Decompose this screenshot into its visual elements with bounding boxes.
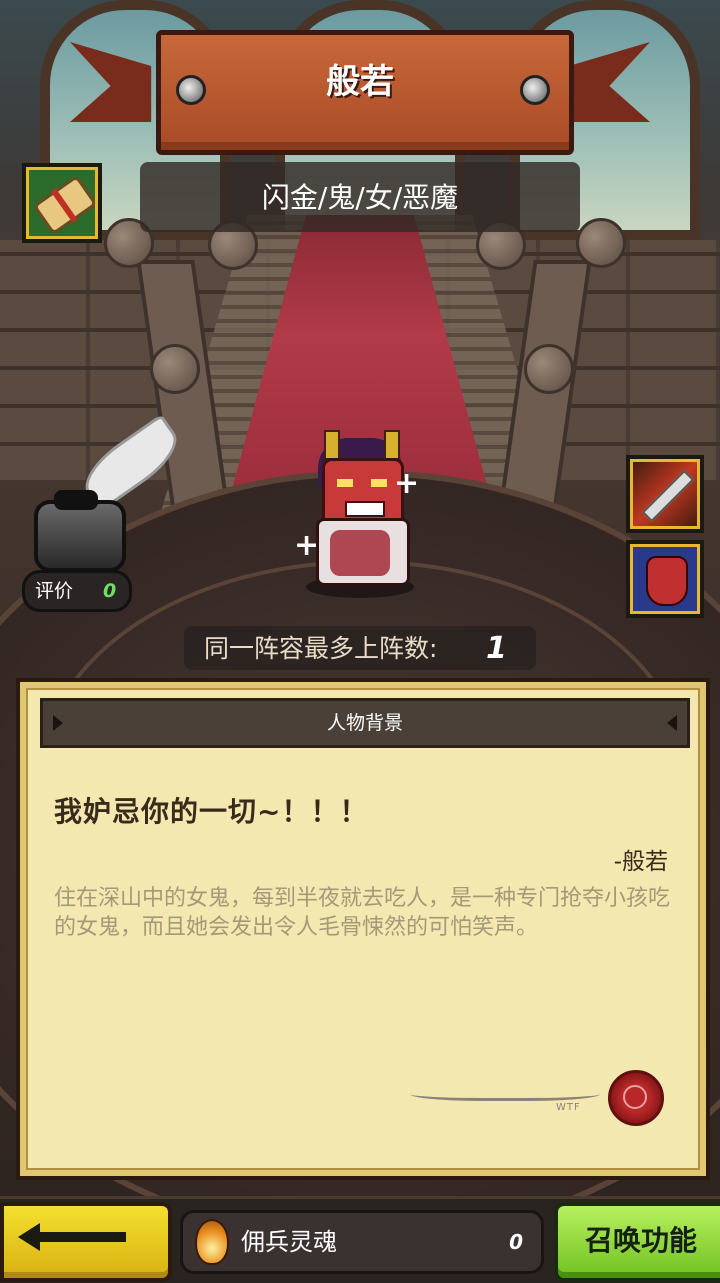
summon-label: 召唤功能 [584, 1224, 697, 1257]
panel-title: 人物背景 [326, 712, 403, 734]
character-tags: 闪金/鬼/女/恶魔 [261, 181, 459, 214]
signature-mark: WTF [556, 1102, 581, 1113]
rating-label: 评价 [35, 580, 74, 602]
sparkle-icon: + [294, 528, 320, 563]
pillar-ball [150, 344, 200, 394]
rate-button[interactable] [28, 413, 188, 580]
character-tags-bar: 闪金/鬼/女/恶魔 [140, 162, 580, 232]
inkwell-cap [54, 490, 98, 510]
wax-seal-icon [608, 1070, 664, 1126]
character-name: 般若 [326, 62, 394, 102]
soul-value: 0 [509, 1230, 523, 1254]
back-arrow-shaft [32, 1232, 126, 1242]
pillar-ball [576, 218, 626, 268]
triangle-left-icon [667, 715, 677, 731]
sprite-blood [330, 530, 390, 576]
signature: WTF [410, 1062, 610, 1122]
soul-flame-icon [195, 1219, 229, 1265]
character-description: 住在深山中的女鬼，每到半夜就去吃人，是一种专门抢夺小孩吃的女鬼，而且她会发出令人… [54, 886, 671, 940]
skill-mask-button[interactable] [626, 540, 704, 618]
summon-button[interactable]: 召唤功能 [554, 1202, 720, 1282]
mouth [345, 501, 385, 517]
scroll-icon [32, 174, 98, 236]
max-deploy-label: 同一阵容最多上阵数: [204, 634, 438, 663]
skill-slash-button[interactable] [626, 455, 704, 533]
character-quote: 我妒忌你的一切~！！！ [54, 795, 369, 828]
soul-label: 佣兵灵魂 [241, 1228, 337, 1256]
panel-header: 人物背景 [40, 698, 690, 748]
pillar-ball [524, 344, 574, 394]
mercenary-soul-counter: 佣兵灵魂 0 [180, 1210, 544, 1274]
oni-mask-skill-icon [646, 556, 688, 606]
horn-left [324, 430, 340, 460]
horn-right [384, 430, 400, 460]
sparkle-icon: + [394, 466, 420, 501]
signature-stroke [410, 1084, 600, 1101]
back-button[interactable] [0, 1202, 172, 1282]
scroll-button[interactable] [22, 163, 102, 243]
rating-value: 0 [103, 580, 117, 602]
rating-badge[interactable]: 评价 0 [22, 570, 132, 612]
eye-left [337, 479, 353, 487]
quote-attribution: -般若 [613, 849, 668, 875]
hannya-character-sprite[interactable]: + + [294, 430, 420, 600]
inkwell-icon [34, 500, 126, 572]
slash-skill-icon [641, 469, 695, 523]
background-story-panel: 人物背景 我妒忌你的一切~！！！ -般若 住在深山中的女鬼，每到半夜就去吃人，是… [16, 678, 710, 1180]
title-banner: 般若 [70, 30, 650, 155]
max-deploy-value: 1 [486, 631, 507, 666]
max-deploy-bar: 同一阵容最多上阵数: 1 [184, 626, 536, 670]
eye-right [371, 479, 387, 487]
